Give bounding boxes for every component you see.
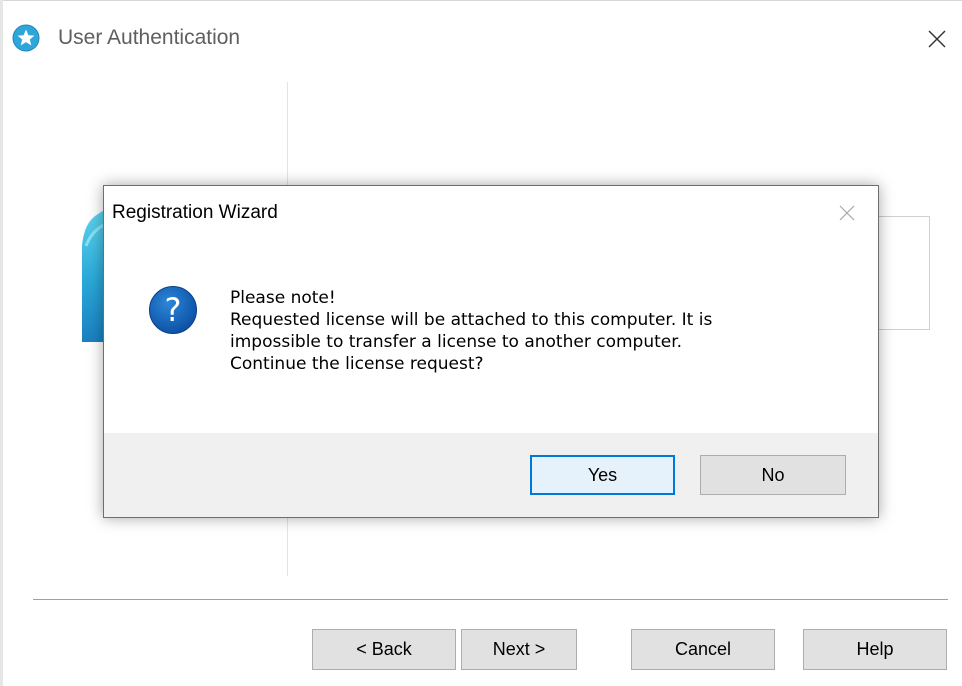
message-line: Continue the license request?: [230, 354, 484, 374]
window-title: User Authentication: [58, 26, 241, 49]
message-line: Please note!: [230, 288, 336, 308]
no-button[interactable]: No: [700, 455, 846, 495]
back-button[interactable]: < Back: [312, 629, 456, 670]
dialog-button-bar: Yes No: [104, 433, 878, 517]
dialog-close-button[interactable]: [834, 200, 860, 226]
close-icon: [928, 30, 946, 48]
next-button[interactable]: Next >: [461, 629, 577, 670]
help-button[interactable]: Help: [803, 629, 947, 670]
cancel-button[interactable]: Cancel: [631, 629, 775, 670]
window-close-button[interactable]: [920, 22, 954, 56]
dialog-title: Registration Wizard: [112, 202, 278, 223]
star-badge-icon: [12, 24, 40, 52]
title-bar[interactable]: User Authentication: [0, 0, 962, 76]
window-left-edge: [0, 0, 3, 686]
registration-wizard-dialog: Registration Wizard ? Please note! Reque…: [103, 185, 879, 518]
message-line: impossible to transfer a license to anot…: [230, 332, 683, 352]
close-icon: [839, 205, 855, 221]
yes-button[interactable]: Yes: [530, 455, 675, 495]
footer-separator: [33, 599, 948, 600]
user-authentication-window: User Authentication < Back Next > Cancel…: [0, 0, 962, 686]
dialog-message: Please note! Requested license will be a…: [230, 287, 850, 375]
message-line: Requested license will be attached to th…: [230, 310, 713, 330]
question-icon: ?: [149, 286, 197, 334]
question-glyph: ?: [165, 291, 182, 329]
side-panel-box: [870, 216, 930, 330]
